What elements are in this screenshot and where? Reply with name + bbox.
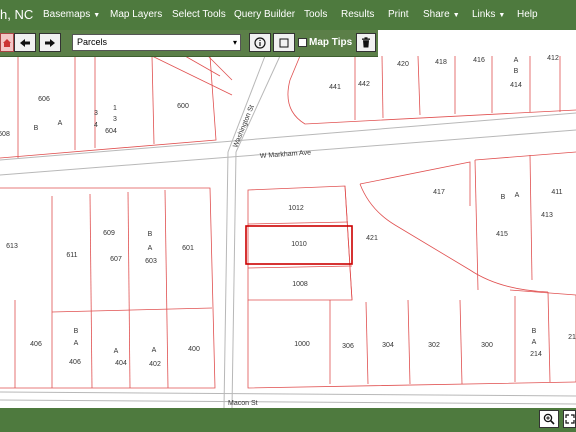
parcel-label: 1000	[294, 341, 310, 348]
menu-results[interactable]: Results	[341, 9, 374, 20]
parcel-map: Washington St W Markham Ave Macon St 606…	[0, 55, 576, 408]
street-label: Macon St	[228, 400, 258, 407]
parcel-label: 442	[358, 81, 370, 88]
menu-links[interactable]: Links ▼	[472, 9, 505, 20]
parcel-label: B	[501, 194, 506, 201]
parcel-label: 300	[481, 342, 493, 349]
parcel-label: 601	[182, 245, 194, 252]
menu-query-builder[interactable]: Query Builder	[234, 9, 295, 20]
menu-print[interactable]: Print	[388, 9, 409, 20]
parcel-label: 607	[110, 256, 122, 263]
parcel-label: A	[514, 57, 519, 64]
parcel-label: A	[114, 348, 119, 355]
menu-help[interactable]: Help	[517, 9, 538, 20]
parcel-label: 214	[530, 351, 542, 358]
chevron-down-icon: ▾	[232, 38, 237, 47]
chevron-down-icon: ▼	[93, 12, 101, 19]
parcel-label: 21	[568, 334, 576, 341]
parcel-label: 406	[69, 359, 81, 366]
map-tips-checkbox[interactable]	[298, 38, 307, 47]
parcel-label: 603	[145, 258, 157, 265]
parcel-label: B	[148, 231, 153, 238]
street-label: W Markham Ave	[260, 149, 312, 160]
home-button[interactable]	[0, 33, 14, 52]
parcel-label: 418	[435, 59, 447, 66]
parcel-label: 600	[177, 103, 189, 110]
expand-icon	[564, 414, 575, 424]
parcel-label: A	[74, 340, 79, 347]
parcel-label: 416	[473, 57, 485, 64]
menu-basemaps[interactable]: Basemaps ▼	[43, 9, 100, 20]
parcel-label: 404	[115, 360, 127, 367]
clear-button[interactable]	[356, 33, 376, 52]
top-navbar: h, NC Basemaps ▼ Map Layers Select Tools …	[0, 0, 576, 30]
parcel-label: 1010	[291, 241, 307, 248]
square-icon	[279, 38, 289, 47]
identify-button[interactable]	[249, 33, 271, 52]
map-tips-label[interactable]: Map Tips	[309, 37, 352, 48]
parcel-label: 406	[30, 341, 42, 348]
chevron-down-icon: ▼	[498, 12, 506, 19]
parcel-label: 441	[329, 84, 341, 91]
parcel-label: 402	[149, 361, 161, 368]
map-toolbar: Parcels ▾ Map Tips	[0, 30, 378, 57]
parcel-label: 414	[510, 82, 522, 89]
layer-select-value: Parcels	[77, 37, 108, 47]
trash-icon	[362, 37, 370, 48]
parcel-label: A	[532, 339, 537, 346]
forward-button[interactable]	[39, 33, 61, 52]
select-rectangle-button[interactable]	[273, 33, 295, 52]
parcel-label: A	[152, 347, 157, 354]
parcel-label: 415	[496, 231, 508, 238]
parcel-label: 413	[541, 212, 553, 219]
parcel-label: 1	[113, 105, 117, 112]
parcel-label: 1008	[292, 281, 308, 288]
parcel-label: B	[34, 125, 39, 132]
menu-share[interactable]: Share ▼	[423, 9, 460, 20]
parcel-label: 302	[428, 342, 440, 349]
parcel-label: 3	[94, 110, 98, 117]
parcel-label: 306	[342, 343, 354, 350]
arrow-left-icon	[20, 38, 30, 47]
home-icon	[3, 38, 11, 47]
parcel-label: 417	[433, 189, 445, 196]
parcel-label: B	[532, 328, 537, 335]
parcel-label: 606	[38, 96, 50, 103]
parcel-label: 412	[547, 55, 559, 62]
parcel-label: 609	[103, 230, 115, 237]
parcel-label: 1012	[288, 205, 304, 212]
parcel-label: A	[58, 120, 63, 127]
zoom-in-icon	[543, 413, 555, 425]
parcel-label: A	[515, 192, 520, 199]
app-title: h, NC	[0, 7, 34, 22]
parcel-label: 608	[0, 131, 10, 138]
parcel-label: 613	[6, 243, 18, 250]
full-extent-button[interactable]	[563, 410, 576, 428]
parcel-label: 3	[113, 116, 117, 123]
parcel-lines	[0, 55, 576, 389]
parcel-label: 304	[382, 342, 394, 349]
parcel-label: 604	[105, 128, 117, 135]
back-button[interactable]	[14, 33, 36, 52]
parcel-label: 611	[66, 252, 77, 259]
parcel-label: A	[148, 245, 153, 252]
parcel-label: 411	[551, 189, 562, 196]
road-network	[0, 55, 576, 408]
parcel-label: 4	[94, 122, 98, 129]
layer-select[interactable]: Parcels ▾	[72, 34, 241, 51]
menu-select-tools[interactable]: Select Tools	[172, 9, 226, 20]
parcel-label: B	[74, 328, 79, 335]
info-icon	[254, 36, 266, 49]
chevron-down-icon: ▼	[452, 12, 460, 19]
parcel-label: 420	[397, 61, 409, 68]
arrow-right-icon	[45, 38, 55, 47]
parcel-label: 421	[366, 235, 378, 242]
menu-map-layers[interactable]: Map Layers	[110, 9, 162, 20]
menu-tools[interactable]: Tools	[304, 9, 327, 20]
parcel-label: B	[514, 68, 519, 75]
map-canvas[interactable]: Washington St W Markham Ave Macon St 606…	[0, 30, 576, 408]
parcel-label: 400	[188, 346, 200, 353]
bottom-bar	[0, 408, 576, 432]
zoom-in-button[interactable]	[539, 410, 559, 428]
